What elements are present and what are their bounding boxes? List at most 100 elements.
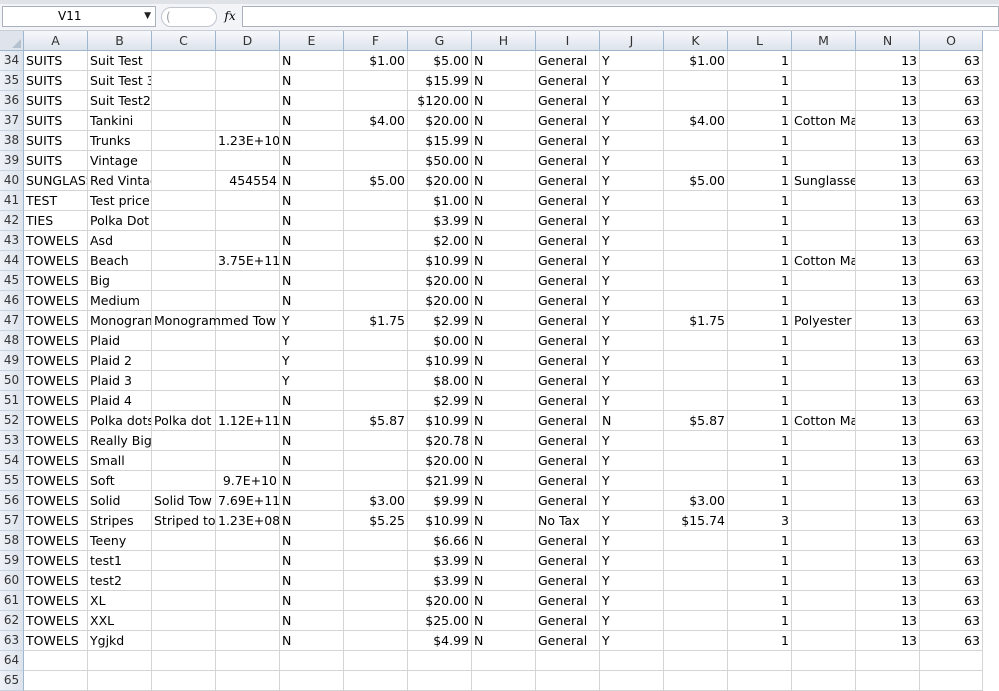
cell-j[interactable]: Y: [600, 591, 664, 611]
cell-l[interactable]: 1: [728, 371, 792, 391]
cell-h[interactable]: N: [472, 571, 536, 591]
cell-a[interactable]: SUITS: [24, 111, 88, 131]
cell-h[interactable]: N: [472, 431, 536, 451]
cell-g[interactable]: $2.99: [408, 311, 472, 331]
cell-g[interactable]: $2.99: [408, 391, 472, 411]
row-header[interactable]: 60: [0, 571, 24, 591]
cell-h[interactable]: N: [472, 111, 536, 131]
cell-i[interactable]: General: [536, 431, 600, 451]
cell-c[interactable]: [152, 671, 216, 691]
cell-m[interactable]: [792, 191, 856, 211]
cell-n[interactable]: 13: [856, 191, 920, 211]
cell-e[interactable]: Y: [280, 311, 344, 331]
cell-e[interactable]: N: [280, 611, 344, 631]
cell-o[interactable]: [920, 671, 983, 691]
cell-j[interactable]: Y: [600, 191, 664, 211]
cell-n[interactable]: 13: [856, 471, 920, 491]
cell-f[interactable]: [344, 271, 408, 291]
cell-g[interactable]: [408, 651, 472, 671]
cell-m[interactable]: [792, 471, 856, 491]
cell-k[interactable]: [664, 131, 728, 151]
cell-c[interactable]: [152, 591, 216, 611]
cell-g[interactable]: $10.99: [408, 251, 472, 271]
cell-e[interactable]: N: [280, 451, 344, 471]
cell-i[interactable]: General: [536, 331, 600, 351]
cell-j[interactable]: Y: [600, 171, 664, 191]
cell-d[interactable]: [216, 551, 280, 571]
cell-c[interactable]: [152, 431, 216, 451]
cell-l[interactable]: 1: [728, 211, 792, 231]
cell-g[interactable]: $15.99: [408, 131, 472, 151]
cell-b[interactable]: Polka Dot: [88, 211, 152, 231]
cell-n[interactable]: 13: [856, 311, 920, 331]
row-header[interactable]: 45: [0, 271, 24, 291]
cell-c[interactable]: [152, 471, 216, 491]
cell-e[interactable]: N: [280, 271, 344, 291]
cell-f[interactable]: $5.00: [344, 171, 408, 191]
cell-g[interactable]: $15.99: [408, 71, 472, 91]
cell-g[interactable]: $20.00: [408, 271, 472, 291]
cell-h[interactable]: N: [472, 631, 536, 651]
cell-m[interactable]: [792, 631, 856, 651]
cell-i[interactable]: General: [536, 191, 600, 211]
cell-g[interactable]: $120.00: [408, 91, 472, 111]
cell-b[interactable]: Small: [88, 451, 152, 471]
cell-i[interactable]: No Tax: [536, 511, 600, 531]
cell-d[interactable]: [216, 651, 280, 671]
cell-h[interactable]: N: [472, 91, 536, 111]
cell-f[interactable]: [344, 571, 408, 591]
cell-n[interactable]: 13: [856, 451, 920, 471]
row-header[interactable]: 63: [0, 631, 24, 651]
cell-i[interactable]: General: [536, 571, 600, 591]
cell-d[interactable]: [216, 371, 280, 391]
cell-c[interactable]: [152, 211, 216, 231]
cell-b[interactable]: Plaid 3: [88, 371, 152, 391]
cell-a[interactable]: TOWELS: [24, 511, 88, 531]
row-header[interactable]: 57: [0, 511, 24, 531]
column-header-a[interactable]: A: [24, 31, 88, 51]
cell-g[interactable]: $3.99: [408, 551, 472, 571]
cell-f[interactable]: $1.75: [344, 311, 408, 331]
column-header-l[interactable]: L: [728, 31, 792, 51]
cell-j[interactable]: [600, 671, 664, 691]
cell-b[interactable]: Test price: [88, 191, 152, 211]
cell-l[interactable]: 1: [728, 491, 792, 511]
cell-i[interactable]: General: [536, 271, 600, 291]
cell-d[interactable]: [216, 111, 280, 131]
cell-o[interactable]: 63: [920, 111, 983, 131]
cell-c[interactable]: Striped to: [152, 511, 216, 531]
name-box[interactable]: V11 ▼: [2, 6, 156, 27]
row-header[interactable]: 51: [0, 391, 24, 411]
cell-b[interactable]: Beach: [88, 251, 152, 271]
cell-d[interactable]: [216, 271, 280, 291]
cell-n[interactable]: 13: [856, 331, 920, 351]
column-header-h[interactable]: H: [472, 31, 536, 51]
cell-m[interactable]: [792, 351, 856, 371]
cell-e[interactable]: N: [280, 211, 344, 231]
cell-a[interactable]: TOWELS: [24, 291, 88, 311]
cell-l[interactable]: 3: [728, 511, 792, 531]
cell-n[interactable]: 13: [856, 211, 920, 231]
cell-l[interactable]: 1: [728, 571, 792, 591]
row-header[interactable]: 61: [0, 591, 24, 611]
cell-d[interactable]: [216, 51, 280, 71]
cell-m[interactable]: Cotton Ma: [792, 111, 856, 131]
cell-o[interactable]: [920, 651, 983, 671]
cell-l[interactable]: 1: [728, 51, 792, 71]
cell-i[interactable]: General: [536, 311, 600, 331]
cell-l[interactable]: [728, 671, 792, 691]
cell-a[interactable]: TOWELS: [24, 391, 88, 411]
cell-o[interactable]: 63: [920, 611, 983, 631]
cell-n[interactable]: [856, 651, 920, 671]
cell-c[interactable]: [152, 151, 216, 171]
row-header[interactable]: 40: [0, 171, 24, 191]
cell-l[interactable]: 1: [728, 331, 792, 351]
cell-n[interactable]: 13: [856, 51, 920, 71]
select-all-corner[interactable]: [0, 31, 24, 51]
row-header[interactable]: 54: [0, 451, 24, 471]
cell-l[interactable]: 1: [728, 311, 792, 331]
cell-h[interactable]: N: [472, 251, 536, 271]
column-header-n[interactable]: N: [856, 31, 920, 51]
cell-i[interactable]: General: [536, 291, 600, 311]
cell-c[interactable]: Monogrammed Tow: [152, 311, 276, 331]
